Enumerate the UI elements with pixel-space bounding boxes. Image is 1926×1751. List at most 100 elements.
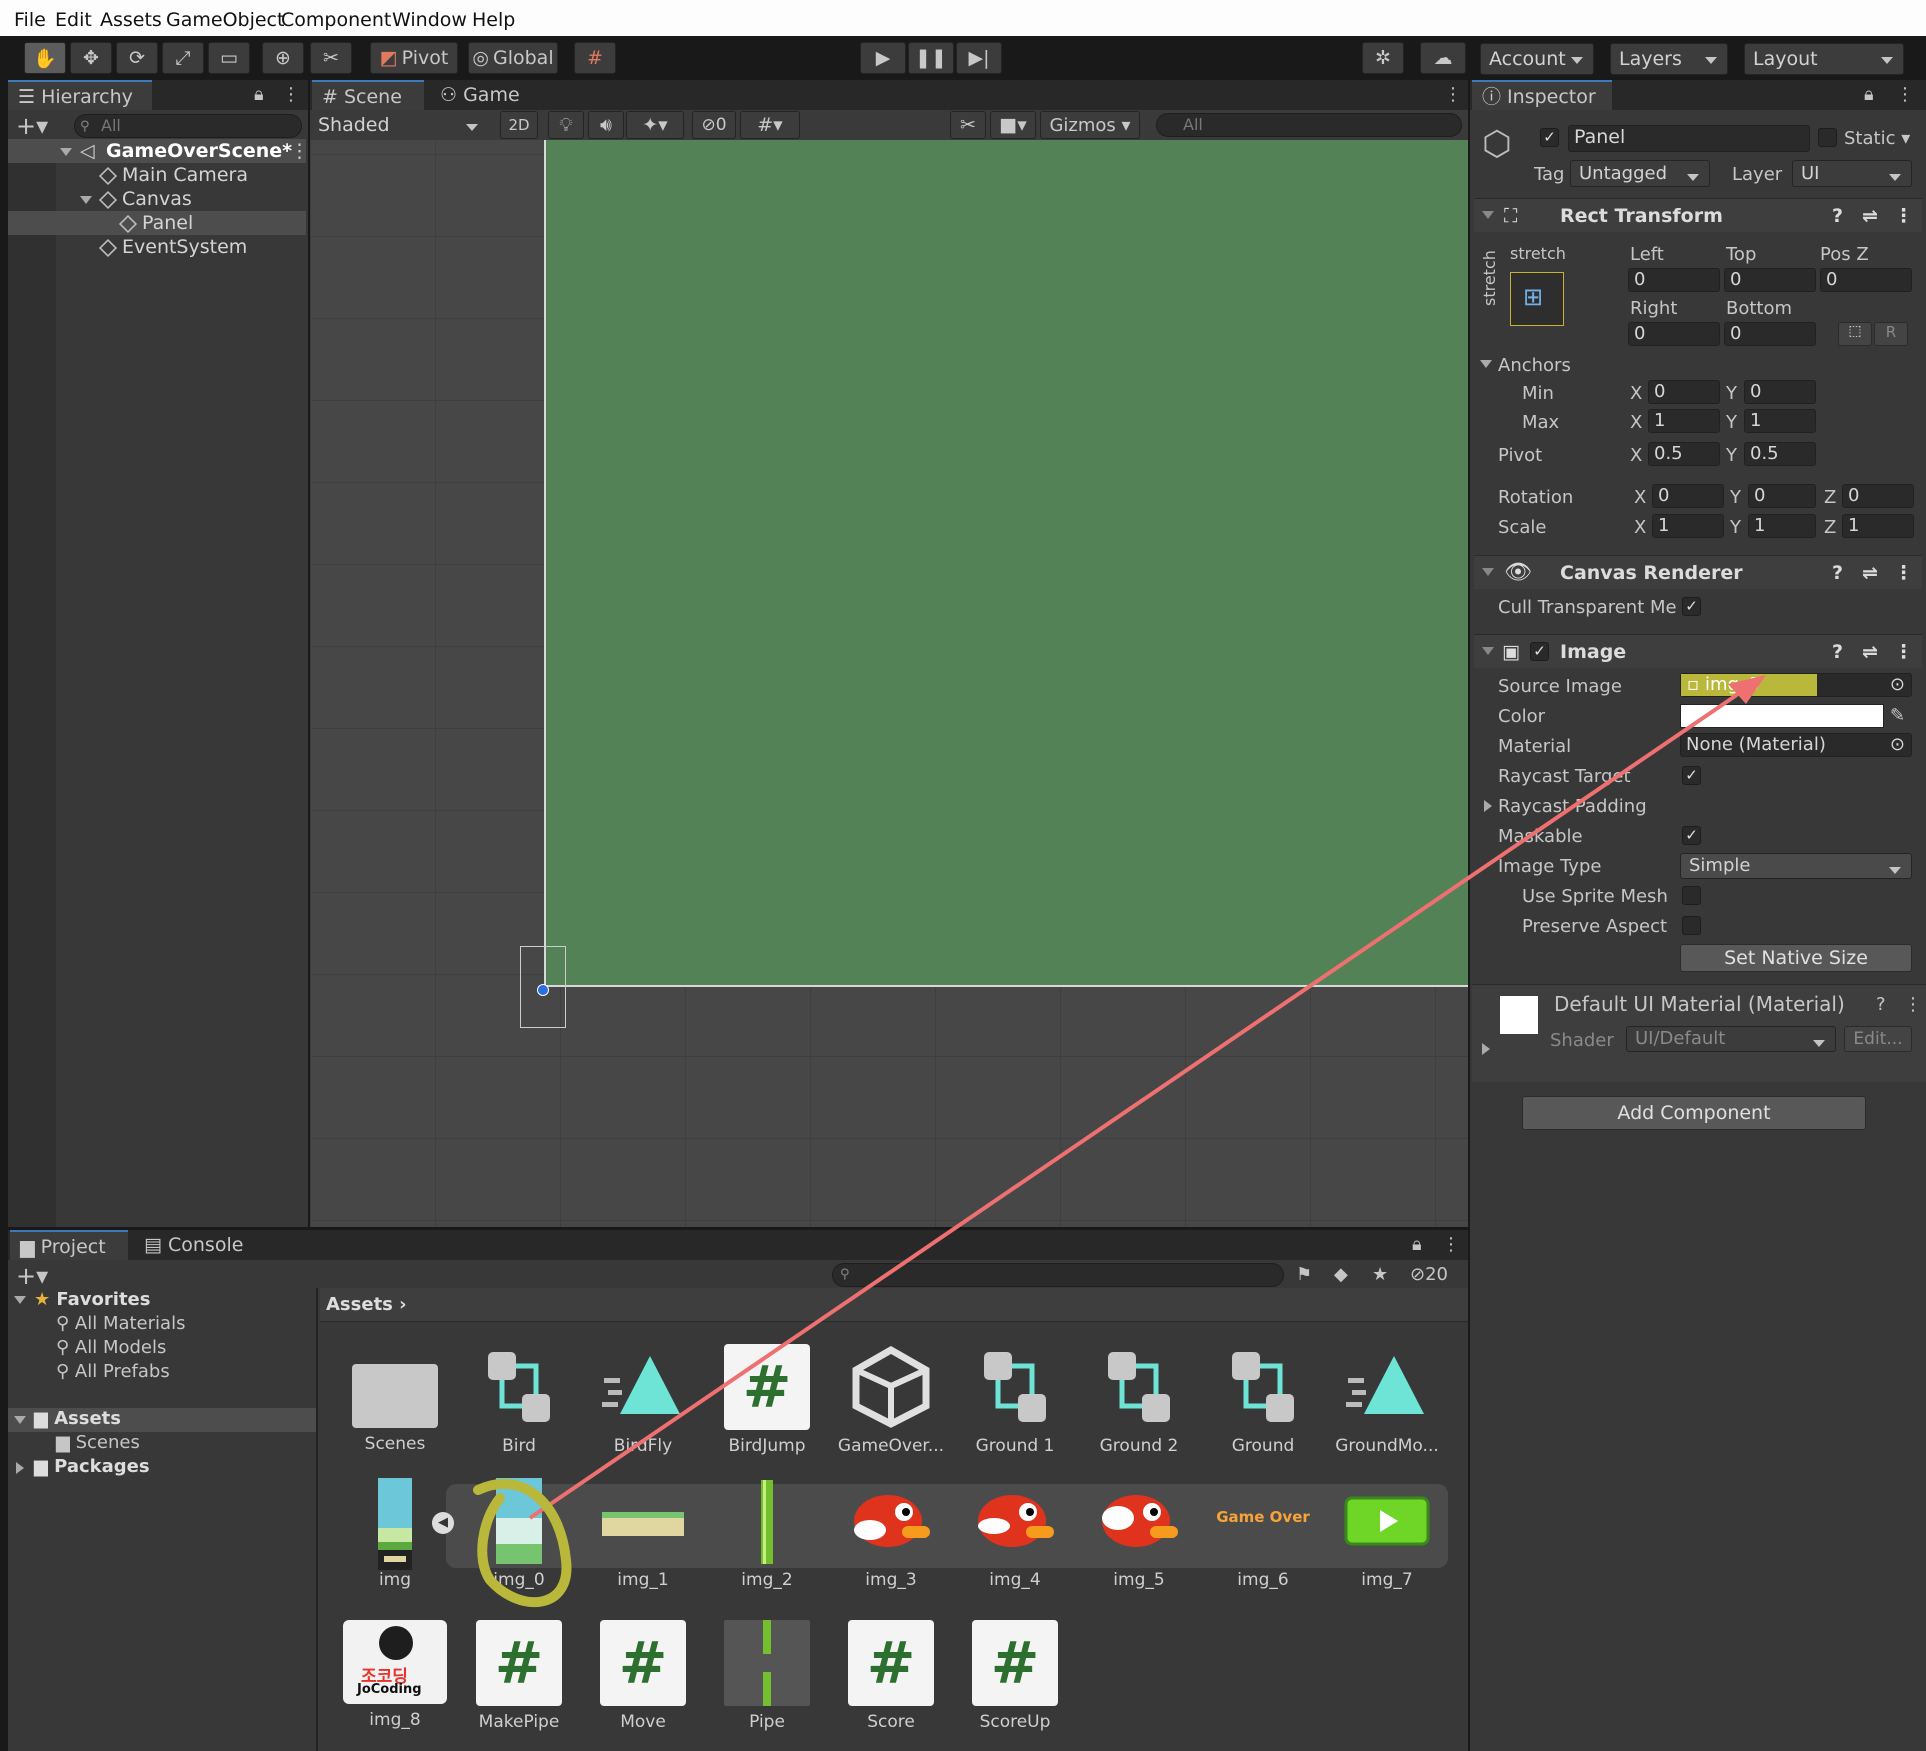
scene-menu-icon[interactable]: ⋮ (290, 139, 309, 163)
shader-edit-button[interactable]: Edit... (1844, 1026, 1912, 1052)
asset-img-7[interactable]: img_7 (1332, 1478, 1442, 1590)
image-type-dropdown[interactable]: Simple (1680, 853, 1912, 879)
inspector-kebab-icon[interactable]: ⋮ (1896, 84, 1914, 105)
fav-all-models[interactable]: ⚲ All Models (56, 1337, 166, 1358)
bottom-field[interactable]: 0 (1724, 322, 1816, 346)
scene-kebab-icon[interactable]: ⋮ (1444, 84, 1462, 105)
pivot-x-field[interactable]: 0.5 (1648, 442, 1720, 466)
hidden-objects-toggle[interactable]: ⊘ 0 (692, 111, 736, 139)
asset-img-8[interactable]: 조코딩 JoCoding img_8 (340, 1620, 450, 1730)
material-expand-arrow-icon[interactable] (1482, 1043, 1496, 1055)
anchor-min-y-field[interactable]: 0 (1744, 380, 1816, 404)
asset-score[interactable]: # Score (836, 1620, 946, 1732)
asset-ground1[interactable]: Ground 1 (960, 1344, 1070, 1456)
lock-icon[interactable]: 🔒︎ (254, 84, 264, 105)
layer-dropdown[interactable]: UI (1792, 160, 1912, 187)
pivot-handle-icon[interactable] (537, 984, 549, 996)
component-menu-icon[interactable]: ⋮ (1894, 641, 1913, 663)
eyedropper-icon[interactable]: ✎ (1890, 705, 1905, 726)
kebab-menu-icon[interactable]: ⋮ (282, 84, 300, 105)
asset-makepipe[interactable]: # MakePipe (464, 1620, 574, 1732)
tab-scene[interactable]: # Scene (312, 80, 424, 110)
transform-tool-icon[interactable]: ⊕ (262, 42, 304, 74)
favorites-row[interactable]: ★ Favorites (34, 1289, 150, 1310)
inspector-lock-icon[interactable]: 🔒︎ (1864, 84, 1874, 105)
image-header[interactable]: ▣ ✓ Image ? ⇌ ⋮ (1474, 634, 1922, 668)
rect-tool-icon[interactable]: ▭ (208, 42, 250, 74)
static-checkbox[interactable] (1818, 128, 1837, 147)
project-lock-icon[interactable]: 🔒︎ (1412, 1234, 1422, 1255)
anchor-min-x-field[interactable]: 0 (1648, 380, 1720, 404)
play-button[interactable]: ▶ (860, 42, 906, 74)
asset-img[interactable]: img (340, 1478, 450, 1590)
collab-icon[interactable]: ✲ (1362, 42, 1404, 74)
rotate-tool-icon[interactable]: ⟳ (116, 42, 158, 74)
add-component-button[interactable]: Add Component (1522, 1096, 1866, 1130)
tab-project[interactable]: ▆ Project (10, 1230, 128, 1260)
color-swatch[interactable] (1680, 704, 1884, 728)
use-sprite-mesh-checkbox[interactable] (1682, 886, 1701, 905)
active-checkbox[interactable]: ✓ (1540, 128, 1559, 147)
anchor-max-x-field[interactable]: 1 (1648, 409, 1720, 433)
favorite-star-icon[interactable]: ★ (1372, 1264, 1388, 1285)
preset-icon[interactable]: ⇌ (1862, 641, 1878, 663)
tab-game[interactable]: ⚇ Game (430, 80, 540, 110)
account-dropdown[interactable]: Account (1480, 43, 1594, 75)
custom-tool-icon[interactable]: ✂ (310, 42, 352, 74)
canvas-renderer-header[interactable]: 👁︎ Canvas Renderer ? ⇌ ⋮ (1474, 555, 1922, 589)
filter-label-icon[interactable]: ◆ (1334, 1264, 1348, 1285)
component-menu-icon[interactable]: ⋮ (1894, 562, 1913, 584)
set-native-size-button[interactable]: Set Native Size (1680, 944, 1912, 972)
asset-groundmove[interactable]: GroundMo... (1332, 1344, 1442, 1456)
asset-gameover-scene[interactable]: GameOver... (836, 1344, 946, 1456)
filter-type-icon[interactable]: ⚑ (1296, 1264, 1312, 1285)
pivot-y-field[interactable]: 0.5 (1744, 442, 1816, 466)
material-field[interactable]: None (Material) ⊙ (1680, 733, 1912, 757)
tag-dropdown[interactable]: Untagged (1570, 160, 1710, 187)
fav-all-materials[interactable]: ⚲ All Materials (56, 1313, 185, 1334)
project-kebab-icon[interactable]: ⋮ (1442, 1234, 1460, 1255)
rotation-z-field[interactable]: 0 (1842, 484, 1914, 508)
scale-y-field[interactable]: 1 (1748, 514, 1816, 538)
camera-icon[interactable]: ■▾ (990, 111, 1036, 139)
scene-search-input[interactable]: All (1156, 113, 1462, 137)
asset-scenes[interactable]: Scenes (340, 1344, 450, 1454)
blueprint-mode-icon[interactable]: ⬚ (1838, 322, 1872, 346)
fav-all-prefabs[interactable]: ⚲ All Prefabs (56, 1361, 170, 1382)
component-menu-icon[interactable]: ⋮ (1894, 205, 1913, 227)
hierarchy-search-input[interactable]: All (74, 114, 302, 138)
image-enabled-checkbox[interactable]: ✓ (1530, 642, 1549, 661)
top-field[interactable]: 0 (1724, 268, 1816, 292)
scale-tool-icon[interactable]: ⤢ (162, 42, 204, 74)
preserve-aspect-checkbox[interactable] (1682, 916, 1701, 935)
menu-edit[interactable]: Edit (55, 9, 92, 31)
raw-edit-button[interactable]: R (1874, 322, 1908, 346)
menu-window[interactable]: Window (392, 9, 467, 31)
menu-assets[interactable]: Assets (100, 9, 162, 31)
layout-dropdown[interactable]: Layout (1744, 43, 1904, 75)
rect-transform-header[interactable]: ⛶ Rect Transform ? ⇌ ⋮ (1474, 198, 1922, 232)
asset-img-1[interactable]: img_1 (588, 1478, 698, 1590)
lighting-icon[interactable]: 💡︎ (548, 111, 584, 139)
asset-scoreup[interactable]: # ScoreUp (960, 1620, 1070, 1732)
object-name-field[interactable]: Panel (1568, 125, 1810, 152)
asset-img-0[interactable]: img_0 (464, 1478, 574, 1590)
packages-row[interactable]: ▆ Packages (34, 1456, 150, 1477)
asset-img-4[interactable]: img_4 (960, 1478, 1070, 1590)
cull-transparent-checkbox[interactable]: ✓ (1682, 597, 1701, 616)
scene-row[interactable]: ◁ GameOverScene* ⋮ (8, 139, 309, 163)
raycast-target-checkbox[interactable]: ✓ (1682, 766, 1701, 785)
left-field[interactable]: 0 (1628, 268, 1720, 292)
anchor-max-y-field[interactable]: 1 (1744, 409, 1816, 433)
object-picker-icon[interactable]: ⊙ (1890, 674, 1905, 696)
pause-button[interactable]: ❚❚ (908, 42, 954, 74)
project-search-input[interactable] (832, 1263, 1284, 1287)
asset-ground2[interactable]: Ground 2 (1084, 1344, 1194, 1456)
hierarchy-item-main-camera[interactable]: Main Camera (8, 163, 306, 187)
favorites-arrow-icon[interactable] (14, 1296, 26, 1310)
step-button[interactable]: ▶| (956, 42, 1002, 74)
anchor-presets-button[interactable]: ⊞ (1510, 272, 1564, 326)
asset-pipe[interactable]: Pipe (712, 1620, 822, 1732)
grid-toggle-icon[interactable]: #▾ (740, 111, 800, 139)
asset-img-6[interactable]: Game Over img_6 (1208, 1478, 1318, 1590)
